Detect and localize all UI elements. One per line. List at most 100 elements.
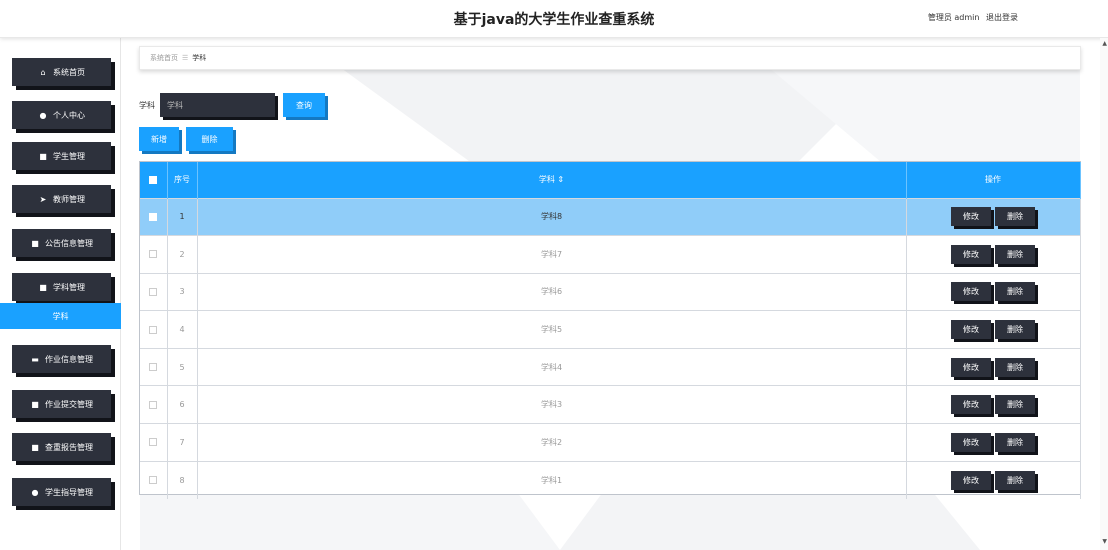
user-icon: ●	[31, 487, 39, 497]
home-icon: ⌂	[40, 67, 46, 77]
sidebar-item-label: 学生管理	[53, 151, 85, 161]
sidebar-item-profile[interactable]: ● 个人中心	[12, 101, 111, 129]
edit-button[interactable]: 修改	[951, 357, 991, 377]
sidebar-item-label: 个人中心	[53, 110, 85, 120]
breadcrumb-current: 学科	[192, 54, 207, 62]
top-header: 基于java的大学生作业查重系统 管理员 admin 退出登录	[0, 0, 1108, 38]
sidebar-item-label: 系统首页	[53, 67, 85, 77]
add-button[interactable]: 新增	[139, 127, 179, 151]
delete-button[interactable]: 删除	[995, 470, 1035, 490]
grid-icon: ■	[39, 282, 47, 292]
table-row[interactable]: 3 学科6 修改 删除	[140, 272, 1081, 311]
row-checkbox[interactable]	[149, 476, 158, 485]
table-row[interactable]: 1 学科8 修改 删除	[140, 197, 1081, 236]
row-checkbox-cell	[140, 272, 168, 311]
send-icon: ➤	[39, 194, 47, 204]
row-ops: 修改 删除	[906, 197, 1081, 236]
grid-icon: ■	[31, 399, 39, 409]
select-all-cell	[140, 162, 168, 198]
grid-icon: ■	[31, 238, 39, 248]
search-input[interactable]	[160, 93, 275, 117]
sidebar-item-teachers[interactable]: ➤ 教师管理	[12, 185, 111, 213]
row-ops: 修改 删除	[906, 272, 1081, 311]
row-ops: 修改 删除	[906, 423, 1081, 462]
sidebar-item-homework-submit[interactable]: ■ 作业提交管理	[12, 390, 111, 418]
row-ops: 修改 删除	[906, 235, 1081, 274]
sidebar-item-announcements[interactable]: ■ 公告信息管理	[12, 229, 111, 257]
sidebar-item-students[interactable]: ■ 学生管理	[12, 142, 111, 170]
row-subject: 学科4	[197, 347, 907, 386]
breadcrumb-home[interactable]: 系统首页	[150, 54, 178, 62]
sidebar-subitem-subject[interactable]: 学科	[0, 303, 121, 329]
delete-button[interactable]: 删除	[995, 395, 1035, 415]
delete-button[interactable]: 删除	[995, 320, 1035, 340]
row-index: 2	[167, 235, 198, 274]
sidebar-item-report[interactable]: ■ 查重报告管理	[12, 433, 111, 461]
row-ops: 修改 删除	[906, 347, 1081, 386]
row-ops: 修改 删除	[906, 310, 1081, 349]
row-index: 7	[167, 423, 198, 462]
column-header-ops: 操作	[906, 162, 1081, 198]
delete-button[interactable]: 删除	[995, 357, 1035, 377]
row-index: 1	[167, 197, 198, 236]
column-header-index: 序号	[167, 162, 198, 198]
scroll-up-icon[interactable]: ▲	[1102, 40, 1107, 47]
table-row[interactable]: 2 学科7 修改 删除	[140, 235, 1081, 274]
delete-button[interactable]: 删除	[995, 282, 1035, 302]
row-checkbox-cell	[140, 310, 168, 349]
sidebar-item-label: 查重报告管理	[45, 442, 93, 452]
scroll-down-icon[interactable]: ▼	[1102, 538, 1107, 545]
sidebar: ⌂ 系统首页 ● 个人中心 ■ 学生管理 ➤ 教师管理 ■ 公告信息管理 ■ 学…	[0, 38, 121, 550]
table-row[interactable]: 4 学科5 修改 删除	[140, 310, 1081, 349]
page-scrollbar[interactable]	[1100, 38, 1108, 550]
edit-button[interactable]: 修改	[951, 432, 991, 452]
row-checkbox[interactable]	[149, 212, 158, 221]
monitor-icon: ▬	[31, 354, 39, 364]
row-checkbox[interactable]	[149, 363, 158, 372]
subject-table: 序号 学科 ⇕ 操作 1 学科8 修改 删除 2 学科7 修改 删除 3 学科6 修改 删除 4 学科5 修…	[139, 161, 1081, 499]
row-subject: 学科1	[197, 460, 907, 499]
table-row[interactable]: 5 学科4 修改 删除	[140, 347, 1081, 386]
row-subject: 学科2	[197, 423, 907, 462]
edit-button[interactable]: 修改	[951, 470, 991, 490]
breadcrumb-separator: ☰	[182, 54, 189, 62]
select-all-checkbox[interactable]	[149, 175, 158, 184]
grid-icon: ■	[31, 442, 39, 452]
table-row[interactable]: 6 学科3 修改 删除	[140, 385, 1081, 424]
row-subject: 学科5	[197, 310, 907, 349]
user-info: 管理员 admin 退出登录	[924, 12, 1018, 23]
row-checkbox[interactable]	[149, 438, 158, 447]
search-button[interactable]: 查询	[283, 93, 325, 117]
edit-button[interactable]: 修改	[951, 320, 991, 340]
delete-button[interactable]: 删除	[995, 207, 1035, 227]
row-subject: 学科8	[197, 197, 907, 236]
edit-button[interactable]: 修改	[951, 207, 991, 227]
sidebar-item-home[interactable]: ⌂ 系统首页	[12, 58, 111, 86]
table-row[interactable]: 7 学科2 修改 删除	[140, 423, 1081, 462]
logout-link[interactable]: 退出登录	[986, 13, 1018, 22]
sidebar-item-subjects[interactable]: ■ 学科管理	[12, 273, 111, 301]
row-checkbox[interactable]	[149, 325, 158, 334]
row-index: 4	[167, 310, 198, 349]
sidebar-item-homework-info[interactable]: ▬ 作业信息管理	[12, 345, 111, 373]
column-header-subject[interactable]: 学科 ⇕	[197, 162, 907, 198]
row-index: 5	[167, 347, 198, 386]
row-index: 6	[167, 385, 198, 424]
sidebar-item-label: 学生指导管理	[45, 487, 93, 497]
batch-delete-button[interactable]: 删除	[186, 127, 233, 151]
sidebar-item-guidance[interactable]: ● 学生指导管理	[12, 478, 111, 506]
row-checkbox[interactable]	[149, 400, 158, 409]
table-header-row: 序号 学科 ⇕ 操作	[140, 162, 1081, 198]
delete-button[interactable]: 删除	[995, 432, 1035, 452]
delete-button[interactable]: 删除	[995, 244, 1035, 264]
edit-button[interactable]: 修改	[951, 244, 991, 264]
edit-button[interactable]: 修改	[951, 282, 991, 302]
row-index: 8	[167, 460, 198, 499]
search-label: 学科	[139, 101, 155, 110]
sidebar-item-label: 学科管理	[53, 282, 85, 292]
row-checkbox[interactable]	[149, 250, 158, 259]
table-row[interactable]: 8 学科1 修改 删除	[140, 460, 1081, 499]
row-checkbox[interactable]	[149, 287, 158, 296]
row-checkbox-cell	[140, 460, 168, 499]
edit-button[interactable]: 修改	[951, 395, 991, 415]
